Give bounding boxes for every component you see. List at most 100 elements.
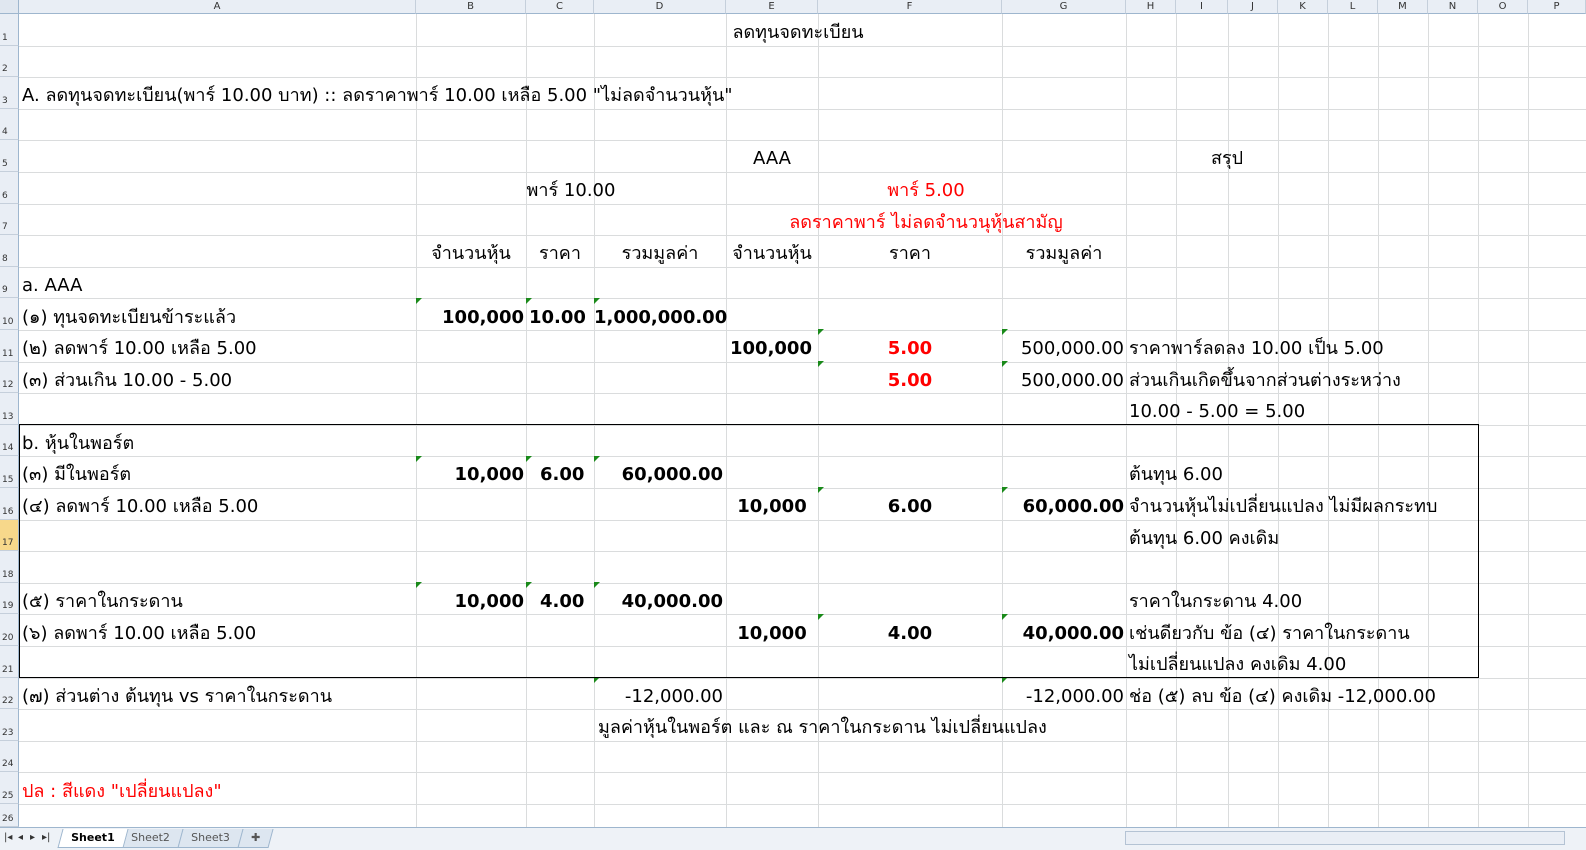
column-header-e[interactable]: E (726, 0, 818, 14)
column-header-o[interactable]: O (1478, 0, 1528, 14)
cell-a22[interactable]: (๗) ส่วนต่าง ต้นทุน vs ราคาในกระดาน (22, 681, 332, 712)
cell-d19[interactable]: 40,000.00 (594, 586, 723, 617)
cell-f12[interactable]: 5.00 (818, 365, 1002, 396)
row-header-25[interactable]: 25 (0, 772, 19, 804)
cell-d15[interactable]: 60,000.00 (594, 459, 723, 490)
cell-a12[interactable]: (๓) ส่วนเกิน 10.00 - 5.00 (22, 365, 232, 396)
cell-par-old[interactable]: พาร์ 10.00 (416, 175, 726, 206)
column-header-j[interactable]: J (1228, 0, 1278, 14)
cell-a15[interactable]: (๓) มีในพอร์ต (22, 459, 131, 490)
row-header-6[interactable]: 6 (0, 172, 19, 204)
row-header-18[interactable]: 18 (0, 551, 19, 583)
cell-par-note[interactable]: ลดราคาพาร์ ไม่ลดจำนวนุหุ้นสามัญ (726, 207, 1126, 238)
cell-a11[interactable]: (๒) ลดพาร์ 10.00 เหลือ 5.00 (22, 333, 257, 364)
cell-a14[interactable]: b. หุ้นในพอร์ต (22, 428, 134, 459)
column-header-d[interactable]: D (594, 0, 726, 14)
cell-c15[interactable]: 6.00 (540, 459, 584, 490)
cell-header-shares-2[interactable]: จำนวนหุ้น (726, 238, 818, 269)
row-header-1[interactable]: 1 (0, 14, 19, 46)
cell-h22[interactable]: ช่อ (๕) ลบ ข้อ (๔) คงเดิม -12,000.00 (1129, 681, 1436, 712)
cell-h12[interactable]: ส่วนเกินเกิดขึ้นจากส่วนต่างระหว่าง (1129, 365, 1401, 396)
cell-f20[interactable]: 4.00 (818, 618, 1002, 649)
tab-sheet1[interactable]: Sheet1 (57, 829, 129, 848)
row-header-11[interactable]: 11 (0, 330, 19, 362)
cell-header-price-2[interactable]: ราคา (818, 238, 1002, 269)
cell-header-total-1[interactable]: รวมมูลค่า (594, 238, 726, 269)
cell-h21[interactable]: ไม่เปลี่ยนแปลง คงเดิม 4.00 (1129, 649, 1346, 680)
row-header-4[interactable]: 4 (0, 109, 19, 140)
cell-header-price-1[interactable]: ราคา (526, 238, 594, 269)
cell-d10[interactable]: 1,000,000.00 (594, 302, 727, 333)
column-header-p[interactable]: P (1528, 0, 1586, 14)
cell-g20[interactable]: 40,000.00 (1002, 618, 1124, 649)
row-header-23[interactable]: 23 (0, 709, 19, 741)
row-header-3[interactable]: 3 (0, 77, 19, 109)
cell-a19[interactable]: (๕) ราคาในกระดาน (22, 586, 183, 617)
cell-a16[interactable]: (๔) ลดพาร์ 10.00 เหลือ 5.00 (22, 491, 258, 522)
cell-a9[interactable]: a. AAA (22, 270, 82, 301)
column-header-i[interactable]: I (1176, 0, 1228, 14)
row-header-10[interactable]: 10 (0, 298, 19, 330)
row-header-8[interactable]: 8 (0, 235, 19, 267)
cell-d22[interactable]: -12,000.00 (594, 681, 723, 712)
cell-h15[interactable]: ต้นทุน 6.00 (1129, 459, 1223, 490)
tab-sheet3[interactable]: Sheet3 (177, 829, 244, 848)
cell-g22[interactable]: -12,000.00 (1002, 681, 1124, 712)
column-header-l[interactable]: L (1328, 0, 1378, 14)
row-header-16[interactable]: 16 (0, 488, 19, 520)
row-header-2[interactable]: 2 (0, 46, 19, 77)
cell-d23[interactable]: มูลค่าหุ้นในพอร์ต และ ณ ราคาในกระดาน ไม่… (598, 712, 1047, 743)
cell-h16[interactable]: จำนวนหุ้นไม่เปลี่ยนแปลง ไม่มีผลกระทบ (1129, 491, 1437, 522)
cell-f11[interactable]: 5.00 (818, 333, 1002, 364)
cell-b15[interactable]: 10,000 (416, 459, 524, 490)
insert-sheet-icon[interactable]: ✚ (237, 829, 274, 848)
row-header-7[interactable]: 7 (0, 204, 19, 235)
row-header-9[interactable]: 9 (0, 267, 19, 298)
column-header-b[interactable]: B (416, 0, 526, 14)
select-all-corner[interactable] (0, 0, 19, 14)
cell-section-a-heading[interactable]: A. ลดทุนจดทะเบียน(พาร์ 10.00 บาท) :: ลดร… (22, 80, 733, 111)
cell-g11[interactable]: 500,000.00 (1002, 333, 1124, 364)
row-header-5[interactable]: 5 (0, 140, 19, 172)
cell-e20[interactable]: 10,000 (726, 618, 818, 649)
row-header-19[interactable]: 19 (0, 583, 19, 614)
cell-a20[interactable]: (๖) ลดพาร์ 10.00 เหลือ 5.00 (22, 618, 256, 649)
row-header-14[interactable]: 14 (0, 425, 19, 456)
cell-g16[interactable]: 60,000.00 (1002, 491, 1124, 522)
cell-title[interactable]: ลดทุนจดทะเบียน (594, 17, 1002, 48)
row-header-13[interactable]: 13 (0, 393, 19, 425)
cell-h13[interactable]: 10.00 - 5.00 = 5.00 (1129, 396, 1305, 427)
cell-h19[interactable]: ราคาในกระดาน 4.00 (1129, 586, 1302, 617)
cell-header-shares-1[interactable]: จำนวนหุ้น (416, 238, 526, 269)
cell-a25[interactable]: ปล : สีแดง "เปลี่ยนแปลง" (22, 776, 222, 807)
first-sheet-icon[interactable]: |◂ (4, 832, 12, 843)
cell-e11[interactable]: 100,000 (730, 333, 812, 364)
cell-g12[interactable]: 500,000.00 (1002, 365, 1124, 396)
row-header-26[interactable]: 26 (0, 804, 19, 827)
prev-sheet-icon[interactable]: ◂ (18, 832, 23, 843)
cell-header-total-2[interactable]: รวมมูลค่า (1002, 238, 1126, 269)
cell-a10[interactable]: (๑) ทุนจดทะเบียนข้าระแล้ว (22, 302, 236, 333)
column-header-m[interactable]: M (1378, 0, 1428, 14)
cell-c10[interactable]: 10.00 (529, 302, 586, 333)
cell-h17[interactable]: ต้นทุน 6.00 คงเดิม (1129, 523, 1279, 554)
cell-par-new[interactable]: พาร์ 5.00 (726, 175, 1126, 206)
column-header-a[interactable]: A (19, 0, 416, 14)
horizontal-scrollbar[interactable] (1125, 831, 1565, 845)
cell-b19[interactable]: 10,000 (416, 586, 524, 617)
row-header-20[interactable]: 20 (0, 614, 19, 646)
column-header-f[interactable]: F (818, 0, 1002, 14)
row-header-15[interactable]: 15 (0, 456, 19, 488)
last-sheet-icon[interactable]: ▸| (42, 832, 50, 843)
row-header-22[interactable]: 22 (0, 678, 19, 709)
column-header-c[interactable]: C (526, 0, 594, 14)
cell-aaa-header[interactable]: AAA (726, 143, 818, 174)
cell-b10[interactable]: 100,000 (416, 302, 524, 333)
column-header-k[interactable]: K (1278, 0, 1328, 14)
row-header-17[interactable]: 17 (0, 520, 19, 551)
row-header-24[interactable]: 24 (0, 741, 19, 772)
cell-h20[interactable]: เช่นดียวกับ ข้อ (๔) ราคาในกระดาน (1129, 618, 1410, 649)
next-sheet-icon[interactable]: ▸ (30, 832, 35, 843)
column-header-h[interactable]: H (1126, 0, 1176, 14)
cell-f16[interactable]: 6.00 (818, 491, 1002, 522)
